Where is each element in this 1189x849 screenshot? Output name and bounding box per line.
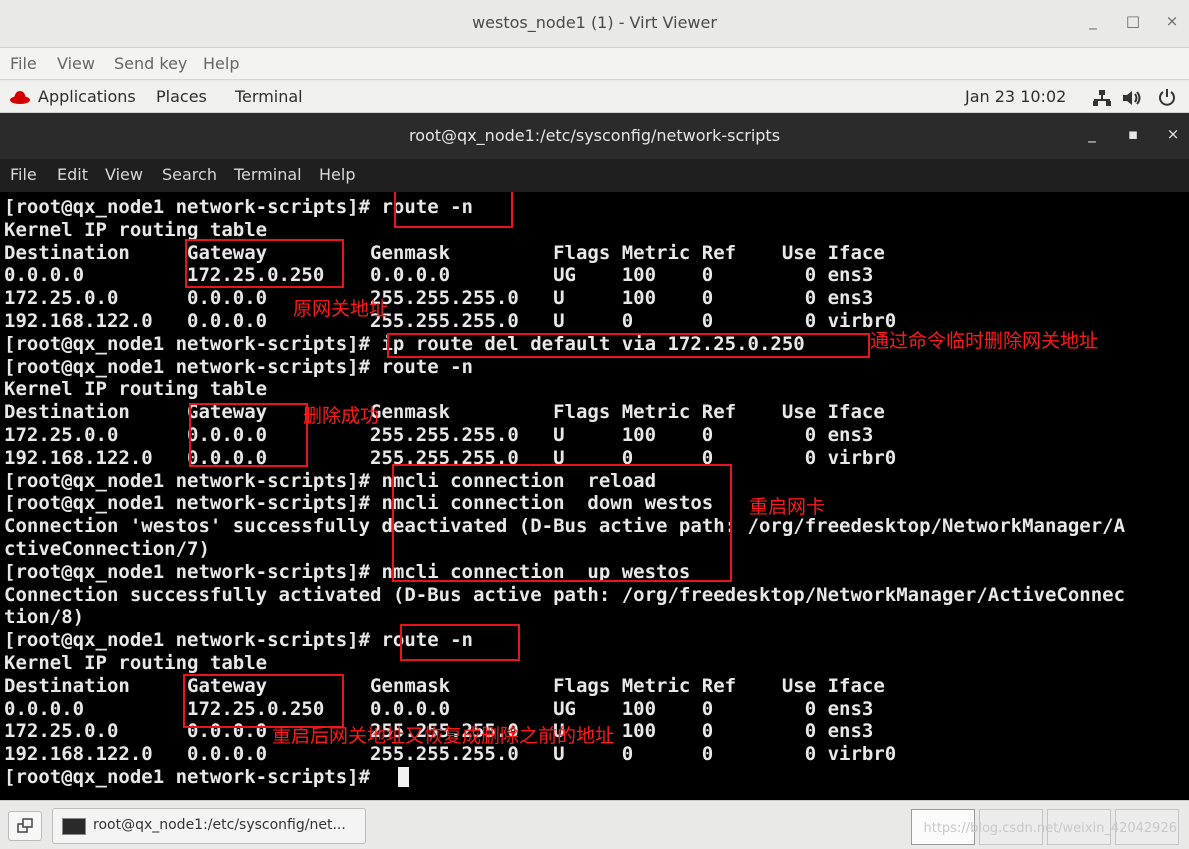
minimize-button[interactable]: _	[1083, 12, 1103, 30]
terminal-output[interactable]: [root@qx_node1 network-scripts]# route -…	[0, 192, 1189, 800]
redhat-logo-icon	[10, 91, 30, 104]
annotation-restored: 重启后网关地址又恢复成删除之前的地址	[272, 725, 615, 747]
power-icon[interactable]	[1158, 88, 1176, 106]
menu-file[interactable]: File	[10, 54, 37, 73]
annotation-restart-nic: 重启网卡	[749, 496, 826, 518]
terminal-icon	[62, 818, 86, 835]
terminal-line: 192.168.122.0 0.0.0.0 255.255.255.0 U 0 …	[4, 310, 897, 332]
terminal-menubar: File Edit View Search Terminal Help	[0, 159, 1189, 192]
annotation-box-ip-route-del	[387, 333, 870, 358]
annotation-box-deleted-gateway	[189, 403, 308, 467]
terminal-cursor	[398, 767, 409, 787]
network-icon[interactable]	[1092, 89, 1112, 107]
terminal-menu-terminal[interactable]: Terminal	[234, 165, 302, 184]
annotation-box-route-n-2	[400, 624, 520, 661]
clock[interactable]: Jan 23 10:02	[965, 87, 1066, 106]
virt-viewer-titlebar: westos_node1 (1) - Virt Viewer _ □ ×	[0, 0, 1189, 48]
terminal-minimize-button[interactable]: _	[1082, 125, 1102, 143]
terminal-line: 0.0.0.0 172.25.0.250 0.0.0.0 UG 100 0 0 …	[4, 697, 874, 720]
terminal-line: tion/8)	[4, 606, 85, 629]
terminal-menu-help[interactable]: Help	[319, 165, 355, 184]
places-menu[interactable]: Places	[156, 87, 207, 106]
annotation-delete-success: 删除成功	[303, 405, 380, 427]
annotation-box-original-gateway	[185, 239, 344, 288]
annotation-original-gateway: 原网关地址	[293, 298, 389, 320]
annotation-box-nmcli	[392, 464, 732, 582]
close-button[interactable]: ×	[1162, 12, 1182, 30]
watermark: https://blog.csdn.net/weixin_42042926	[923, 821, 1177, 836]
show-desktop-button[interactable]	[8, 811, 42, 841]
terminal-line: Destination Gateway Genmask Flags Metric…	[4, 241, 885, 264]
menu-view[interactable]: View	[57, 54, 95, 73]
terminal-titlebar: root@qx_node1:/etc/sysconfig/network-scr…	[0, 113, 1189, 159]
terminal-line: 0.0.0.0 172.25.0.250 0.0.0.0 UG 100 0 0 …	[4, 264, 874, 287]
terminal-line: Destination Gateway Genmask Flags Metric…	[4, 401, 885, 424]
terminal-line: 172.25.0.0 0.0.0.0 255.255.255.0 U 100 0…	[4, 424, 874, 446]
terminal-menu-view[interactable]: View	[105, 165, 143, 184]
terminal-menu-search[interactable]: Search	[162, 165, 217, 184]
maximize-button[interactable]: □	[1123, 12, 1143, 30]
show-desktop-icon	[17, 818, 33, 833]
menu-help[interactable]: Help	[203, 54, 239, 73]
terminal-maximize-button[interactable]: ▪	[1123, 125, 1143, 143]
terminal-title: root@qx_node1:/etc/sysconfig/network-scr…	[408, 126, 781, 145]
terminal-menu-edit[interactable]: Edit	[57, 165, 88, 184]
terminal-menu-file[interactable]: File	[10, 165, 37, 184]
terminal-line: 172.25.0.0 0.0.0.0 255.255.255.0 U 100 0…	[4, 287, 874, 310]
volume-icon[interactable]	[1122, 90, 1142, 106]
terminal-line: Connection successfully activated (D-Bus…	[4, 583, 1126, 606]
terminal-line: Destination Gateway Genmask Flags Metric…	[4, 674, 885, 697]
terminal-line: [root@qx_node1 network-scripts]# route -…	[4, 355, 473, 378]
bottom-taskbar: root@qx_node1:/etc/sysconfig/net... http…	[0, 800, 1189, 849]
taskbar-terminal-item[interactable]: root@qx_node1:/etc/sysconfig/net...	[52, 808, 366, 844]
virt-viewer-title: westos_node1 (1) - Virt Viewer	[472, 13, 717, 32]
taskbar-item-label: root@qx_node1:/etc/sysconfig/net...	[93, 817, 346, 833]
terminal-line: Kernel IP routing table	[4, 378, 268, 401]
terminal-close-button[interactable]: ×	[1163, 125, 1183, 143]
terminal-line: Kernel IP routing table	[4, 652, 268, 674]
applications-menu[interactable]: Applications	[38, 87, 136, 106]
terminal-line: ctiveConnection/7)	[4, 538, 210, 560]
virt-viewer-menubar: File View Send key Help	[0, 48, 1189, 80]
menu-send-key[interactable]: Send key	[114, 54, 187, 73]
annotation-box-restored-gateway	[183, 674, 344, 728]
gnome-top-panel: Applications Places Terminal Jan 23 10:0…	[0, 81, 1189, 113]
annotation-box-route-n-1	[394, 192, 513, 228]
terminal-prompt: [root@qx_node1 network-scripts]#	[4, 766, 382, 788]
annotation-temp-delete: 通过命令临时删除网关地址	[870, 330, 1099, 352]
terminal-app-menu[interactable]: Terminal	[235, 87, 303, 106]
